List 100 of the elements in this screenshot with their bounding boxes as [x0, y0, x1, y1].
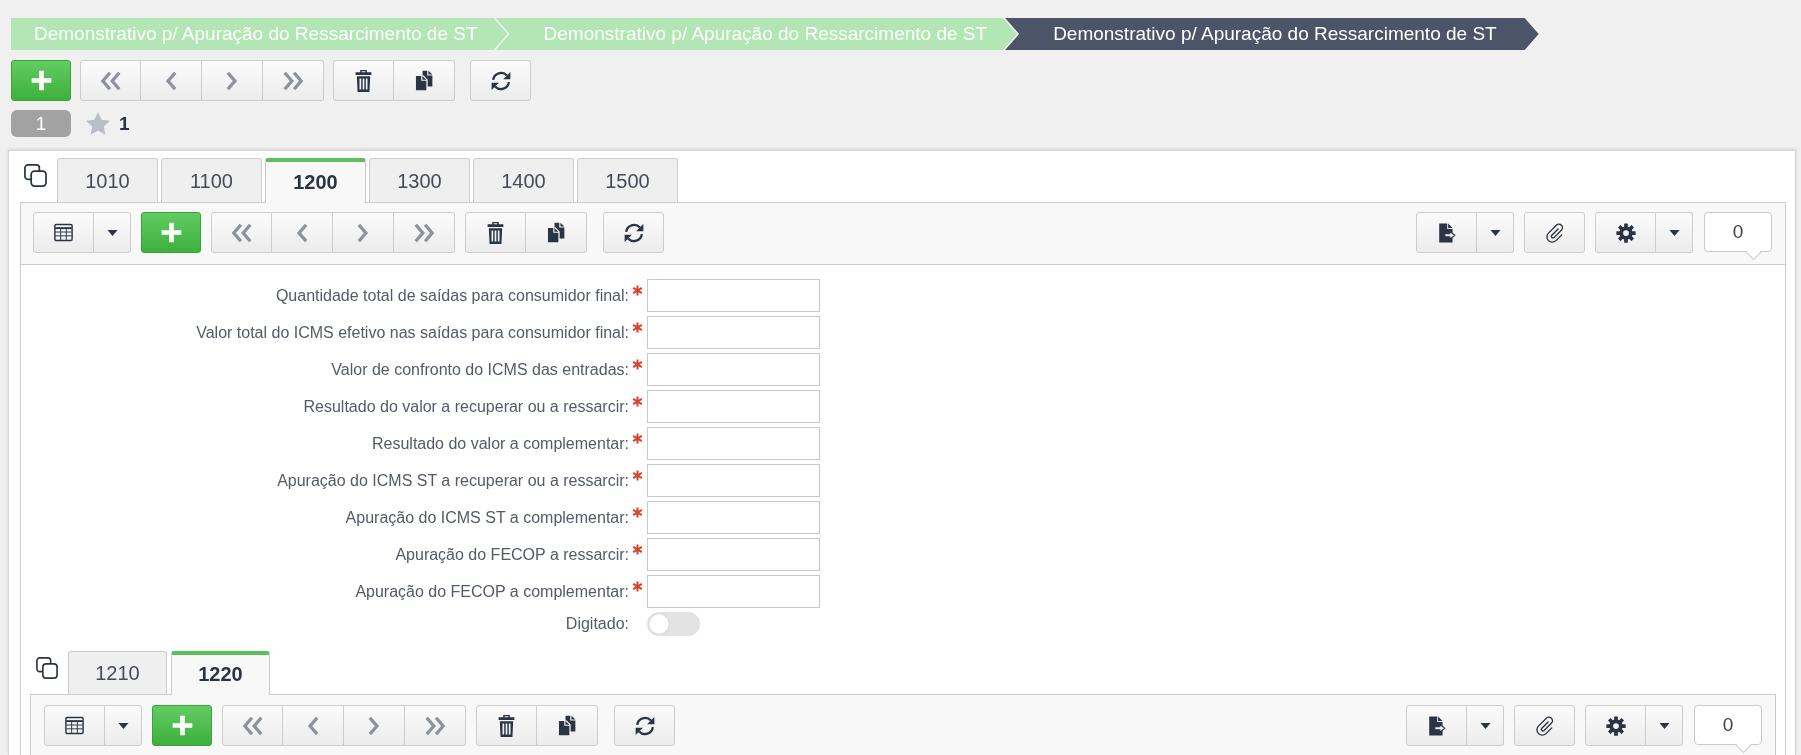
tab[interactable]: 1220 [171, 651, 270, 695]
duplicate-button[interactable] [394, 60, 455, 101]
export-button[interactable] [1406, 705, 1467, 746]
input-field[interactable] [647, 464, 820, 497]
refresh-icon [489, 69, 512, 92]
input-field[interactable] [647, 427, 820, 460]
clone-icon[interactable] [24, 163, 47, 187]
refresh-icon [633, 714, 656, 737]
count-display: 0 [1704, 212, 1772, 260]
tab[interactable]: 1300 [369, 158, 470, 202]
chevron-right-icon [368, 715, 380, 736]
double-chevron-left-icon [230, 222, 253, 243]
trash-icon [498, 714, 515, 737]
tab[interactable]: 1010 [57, 158, 158, 202]
double-chevron-right-icon [424, 715, 446, 736]
documents-icon [545, 222, 567, 243]
dropdown-button[interactable] [105, 705, 142, 746]
chevron-right-icon [357, 222, 369, 243]
attach-button[interactable] [1514, 705, 1575, 746]
grid-view-button[interactable] [33, 212, 94, 253]
input-field[interactable] [647, 575, 820, 608]
file-arrow-icon [1437, 222, 1456, 243]
add-button[interactable] [11, 60, 71, 101]
page-indicator: 1 [11, 110, 71, 137]
caret-icon [1658, 722, 1670, 729]
star-icon [86, 112, 110, 135]
duplicate-button[interactable] [537, 705, 598, 746]
form-label: Apuração do ICMS ST a complementar: [345, 508, 629, 527]
add-button[interactable] [152, 705, 212, 746]
form-label: Digitado: [565, 615, 629, 633]
dropdown-button[interactable] [94, 212, 131, 253]
refresh-button[interactable] [470, 60, 531, 101]
input-field[interactable] [647, 390, 820, 423]
form-label: Valor total do ICMS efetivo nas saídas para consumidor final: [196, 323, 629, 342]
dropdown-button[interactable] [1467, 705, 1504, 746]
double-chevron-right-icon [282, 70, 304, 91]
delete-button[interactable] [476, 705, 537, 746]
attach-button[interactable] [1524, 212, 1585, 253]
caret-icon [1668, 229, 1680, 236]
double-chevron-left-icon [241, 715, 264, 736]
double-chevron-left-icon [99, 70, 122, 91]
plus-icon [160, 222, 182, 243]
trash-icon [355, 69, 372, 92]
chevron-right-icon [226, 70, 238, 91]
tab[interactable]: 1400 [473, 158, 574, 202]
grid-view-button[interactable] [44, 705, 105, 746]
form-label: Apuração do ICMS ST a recuperar ou a ressarcir: [277, 471, 629, 490]
form-label: Resultado do valor a recuperar ou a ressarcir: [303, 397, 629, 416]
documents-icon [556, 715, 578, 736]
clone-icon[interactable] [36, 656, 58, 679]
paperclip-icon [1544, 222, 1565, 243]
paperclip-icon [1534, 715, 1555, 736]
input-field[interactable] [647, 501, 820, 534]
refresh-button[interactable] [603, 212, 664, 253]
input-field[interactable] [647, 316, 820, 349]
dropdown-button[interactable] [1477, 212, 1514, 253]
gear-icon [1605, 715, 1626, 736]
refresh-icon [622, 221, 645, 244]
favorites-count: 1 [119, 112, 130, 135]
input-field[interactable] [647, 538, 820, 571]
settings-button[interactable] [1595, 212, 1656, 253]
add-button[interactable] [141, 212, 201, 253]
dropdown-button[interactable] [1646, 705, 1683, 746]
input-field[interactable] [647, 353, 820, 386]
chevron-left-icon [307, 715, 319, 736]
table-icon [65, 716, 84, 735]
plus-icon [30, 70, 52, 91]
form-label: Quantidade total de saídas para consumidor final: [275, 286, 629, 305]
refresh-button[interactable] [614, 705, 675, 746]
tab[interactable]: 1200 [265, 158, 366, 203]
table-icon [54, 223, 73, 242]
documents-icon [413, 70, 435, 91]
settings-button[interactable] [1585, 705, 1646, 746]
tab[interactable]: 1100 [161, 158, 262, 202]
caret-icon [106, 229, 118, 236]
tab[interactable]: 1210 [68, 651, 167, 694]
delete-button[interactable] [333, 60, 394, 101]
count-display: 0 [1694, 705, 1762, 753]
chevron-left-icon [165, 70, 177, 91]
form-label: Apuração do FECOP a complementar: [355, 582, 629, 601]
breadcrumb-item[interactable]: Demonstrativo p/ Apuração do Ressarcimento de ST [1005, 18, 1539, 50]
export-button[interactable] [1416, 212, 1477, 253]
dropdown-button[interactable] [1656, 212, 1693, 253]
caret-icon [1489, 229, 1501, 236]
trash-icon [487, 221, 504, 244]
duplicate-button[interactable] [526, 212, 587, 253]
tab[interactable]: 1500 [577, 158, 678, 202]
form-label: Resultado do valor a complementar: [371, 434, 629, 453]
delete-button[interactable] [465, 212, 526, 253]
gear-icon [1615, 222, 1636, 243]
input-field[interactable] [647, 279, 820, 312]
chevron-left-icon [296, 222, 308, 243]
toggle-switch[interactable] [647, 612, 700, 636]
form-label: Valor de confronto do ICMS das entradas: [331, 360, 629, 379]
form-label: Apuração do FECOP a ressarcir: [395, 545, 629, 564]
caret-icon [117, 722, 129, 729]
caret-icon [1479, 722, 1491, 729]
file-arrow-icon [1427, 715, 1446, 736]
plus-icon [171, 715, 193, 736]
double-chevron-right-icon [413, 222, 435, 243]
